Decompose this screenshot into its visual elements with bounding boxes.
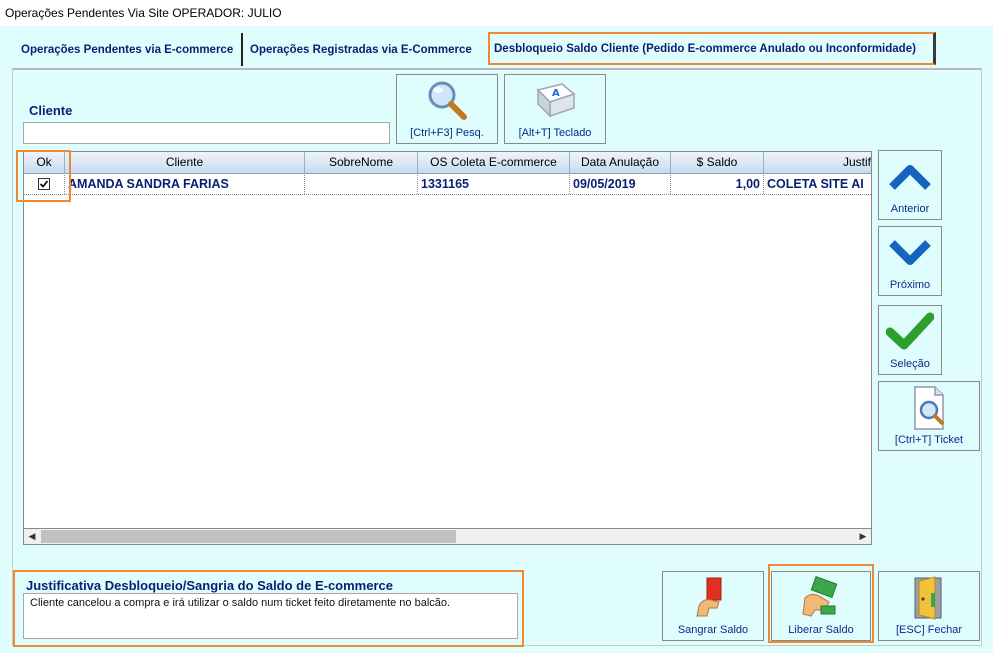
- row-saldo: 1,00: [671, 175, 764, 194]
- row-os: 1331165: [418, 175, 570, 194]
- liberar-label: Liberar Saldo: [788, 624, 854, 636]
- ticket-button[interactable]: [Ctrl+T] Ticket: [878, 381, 980, 451]
- hand-card-icon: [663, 572, 763, 624]
- scroll-left-icon[interactable]: ◀: [24, 529, 40, 544]
- col-justif[interactable]: Justif: [764, 152, 871, 173]
- document-search-icon: [879, 382, 979, 434]
- selecao-button[interactable]: Seleção: [878, 305, 942, 375]
- svg-text:A: A: [552, 88, 560, 99]
- col-os-coleta[interactable]: OS Coleta E-commerce: [418, 152, 570, 173]
- sangrar-saldo-button[interactable]: Sangrar Saldo: [662, 571, 764, 641]
- keyboard-key-icon: A: [505, 75, 605, 127]
- proximo-button[interactable]: Próximo: [878, 226, 942, 296]
- table-row[interactable]: AMANDA SANDRA FARIAS 1331165 09/05/2019 …: [24, 175, 871, 195]
- col-sobrenome[interactable]: SobreNome: [305, 152, 418, 173]
- chevron-down-icon: [879, 227, 941, 279]
- liberar-saldo-button[interactable]: Liberar Saldo: [771, 571, 871, 641]
- justificativa-label: Justificativa Desbloqueio/Sangria do Sal…: [26, 578, 393, 593]
- col-cliente[interactable]: Cliente: [65, 152, 305, 173]
- scroll-right-icon[interactable]: ▶: [855, 529, 871, 544]
- fechar-label: [ESC] Fechar: [895, 624, 963, 636]
- tab-operacoes-registradas[interactable]: Operações Registradas via E-Commerce: [244, 33, 484, 66]
- col-saldo[interactable]: $ Saldo: [671, 152, 764, 173]
- sangrar-label: Sangrar Saldo: [677, 624, 749, 636]
- exit-door-icon: [879, 572, 979, 624]
- checkmark-icon: [879, 306, 941, 358]
- row-cliente: AMANDA SANDRA FARIAS: [65, 175, 305, 194]
- hand-money-icon: [772, 572, 870, 624]
- selecao-label: Seleção: [890, 358, 930, 370]
- tab-operacoes-pendentes[interactable]: Operações Pendentes via E-commerce: [15, 33, 243, 66]
- row-data: 09/05/2019: [570, 175, 671, 194]
- keyboard-button[interactable]: A [Alt+T] Teclado: [504, 74, 606, 144]
- fechar-button[interactable]: [ESC] Fechar: [878, 571, 980, 641]
- chevron-up-icon: [879, 151, 941, 203]
- keyboard-button-label: [Alt+T] Teclado: [518, 127, 592, 139]
- tab-desbloqueio-saldo[interactable]: Desbloqueio Saldo Cliente (Pedido E-comm…: [488, 32, 936, 65]
- row-sobrenome: [305, 175, 418, 194]
- scroll-thumb[interactable]: [41, 530, 456, 543]
- ok-column-highlight: [16, 150, 71, 202]
- search-button[interactable]: [Ctrl+F3] Pesq.: [396, 74, 498, 144]
- window-title: Operações Pendentes Via Site OPERADOR: J…: [0, 0, 993, 26]
- row-justif: COLETA SITE AI: [767, 177, 864, 191]
- col-data-anulacao[interactable]: Data Anulação: [570, 152, 671, 173]
- search-button-label: [Ctrl+F3] Pesq.: [410, 127, 484, 139]
- cliente-input[interactable]: [23, 122, 390, 144]
- cliente-label: Cliente: [29, 103, 73, 118]
- anterior-label: Anterior: [890, 203, 930, 215]
- grid-horizontal-scrollbar[interactable]: ◀ ▶: [23, 528, 872, 545]
- anterior-button[interactable]: Anterior: [878, 150, 942, 220]
- saldo-grid: Ok Cliente SobreNome OS Coleta E-commerc…: [23, 151, 872, 544]
- grid-header: Ok Cliente SobreNome OS Coleta E-commerc…: [24, 152, 871, 174]
- justificativa-textarea[interactable]: Cliente cancelou a compra e irá utilizar…: [23, 593, 518, 639]
- proximo-label: Próximo: [889, 279, 931, 291]
- ticket-label: [Ctrl+T] Ticket: [894, 434, 964, 446]
- magnifier-icon: [397, 75, 497, 127]
